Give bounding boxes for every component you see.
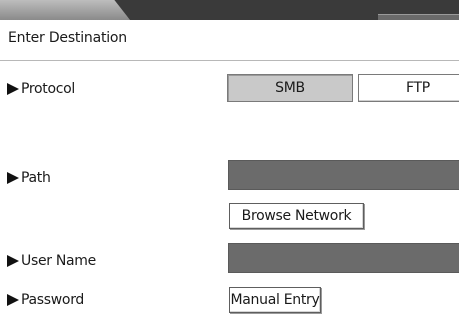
path-row-label: Path xyxy=(7,170,51,186)
manual-entry-button[interactable]: Manual Entry xyxy=(229,287,321,313)
user-name-label: User Name xyxy=(21,253,96,269)
protocol-smb-button[interactable]: SMB xyxy=(227,74,353,102)
previous-tab[interactable] xyxy=(0,0,130,20)
title-bar: Enter Destination xyxy=(0,20,459,61)
protocol-row-label: Protocol xyxy=(7,81,75,97)
browse-network-button[interactable]: Browse Network xyxy=(229,203,364,229)
top-tab-strip xyxy=(0,0,459,21)
manual-entry-label: Manual Entry xyxy=(230,292,320,308)
password-row-label: Password xyxy=(7,292,84,308)
password-label: Password xyxy=(21,292,84,308)
user-name-row-label: User Name xyxy=(7,253,96,269)
dialog-title: Enter Destination xyxy=(8,30,127,46)
user-name-field[interactable] xyxy=(228,243,459,273)
protocol-ftp-label: FTP xyxy=(406,80,430,96)
protocol-label: Protocol xyxy=(21,81,76,97)
triangle-right-icon xyxy=(7,255,19,267)
triangle-right-icon xyxy=(7,294,19,306)
protocol-smb-label: SMB xyxy=(275,80,305,96)
triangle-right-icon xyxy=(7,172,19,184)
triangle-right-icon xyxy=(7,83,19,95)
browse-network-label: Browse Network xyxy=(241,208,352,224)
path-label: Path xyxy=(21,170,51,186)
protocol-ftp-button[interactable]: FTP xyxy=(358,74,459,102)
enter-destination-screen: Enter Destination Protocol SMB FTP Path … xyxy=(0,0,459,330)
path-field[interactable] xyxy=(228,160,459,190)
